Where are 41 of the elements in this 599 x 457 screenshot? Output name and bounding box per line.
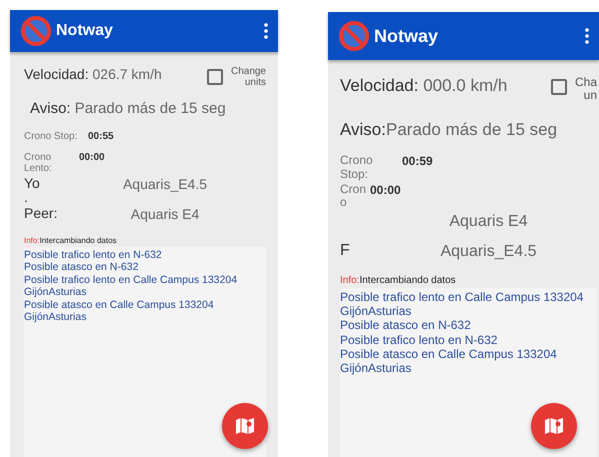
message-text: Posible atasco en N-632 [24, 261, 140, 274]
map-icon [235, 417, 255, 435]
no-entry-icon [338, 20, 370, 52]
menu-icon[interactable] [264, 23, 268, 39]
info-text: Info:Intercambiando datos [24, 236, 118, 245]
message-text: Posible trafico lento en N-632 [340, 332, 498, 347]
device-name: Aquaris_E4.5 [439, 243, 538, 262]
warning-text: Aviso: Parado más de 15 seg [30, 100, 226, 117]
device-name: Aquaris_E4.5 [122, 176, 208, 192]
timer-label: Crono Lento: [24, 152, 53, 174]
app-title: Notway [374, 26, 440, 46]
message-text: Posible atasco en Calle Campus 133204 GijónAsturias [340, 346, 558, 376]
checkbox-label: Change units [230, 66, 266, 88]
warning-text: Aviso:Parado más de 15 seg [340, 120, 558, 140]
message-text: Posible trafico lento en Calle Campus 133204 GijónAsturias [24, 274, 238, 298]
timer-label: Crono Stop: [340, 154, 374, 181]
menu-icon[interactable] [585, 28, 589, 44]
info-text: Info:Intercambiando datos [340, 275, 457, 286]
map-icon [544, 417, 564, 435]
timer-value: 00:55 [88, 131, 114, 142]
device-name: Aquaris E4 [130, 206, 200, 222]
device-label: F [340, 243, 351, 260]
timer-value: 00:00 [79, 152, 105, 163]
checkbox-label: Cha un [574, 76, 597, 102]
speed-text: Velocidad: 000.0 km/h [340, 76, 508, 96]
message-text: Posible trafico lento en Calle Campus 133204 GijónAsturias [340, 290, 584, 318]
app-title: Notway [56, 22, 114, 40]
timer-label: Cron o [340, 182, 368, 210]
timer-label: Crono Stop: [24, 131, 78, 142]
device-label: Peer: [24, 206, 58, 220]
device-label: Yo . [24, 176, 41, 204]
device-name: Aquaris E4 [448, 213, 529, 232]
timer-value: 00:00 [370, 182, 401, 197]
speed-text: Velocidad: 026.7 km/h [24, 66, 162, 82]
no-entry-icon [20, 15, 52, 47]
change-units-checkbox[interactable] [206, 69, 223, 85]
message-text: Posible trafico lento en N-632 [24, 249, 163, 262]
message-text: Posible atasco en Calle Campus 133204 GijónAsturias [24, 298, 215, 324]
timer-value: 00:59 [402, 154, 433, 168]
change-units-checkbox[interactable] [550, 79, 567, 95]
message-text: Posible atasco en N-632 [340, 318, 472, 333]
